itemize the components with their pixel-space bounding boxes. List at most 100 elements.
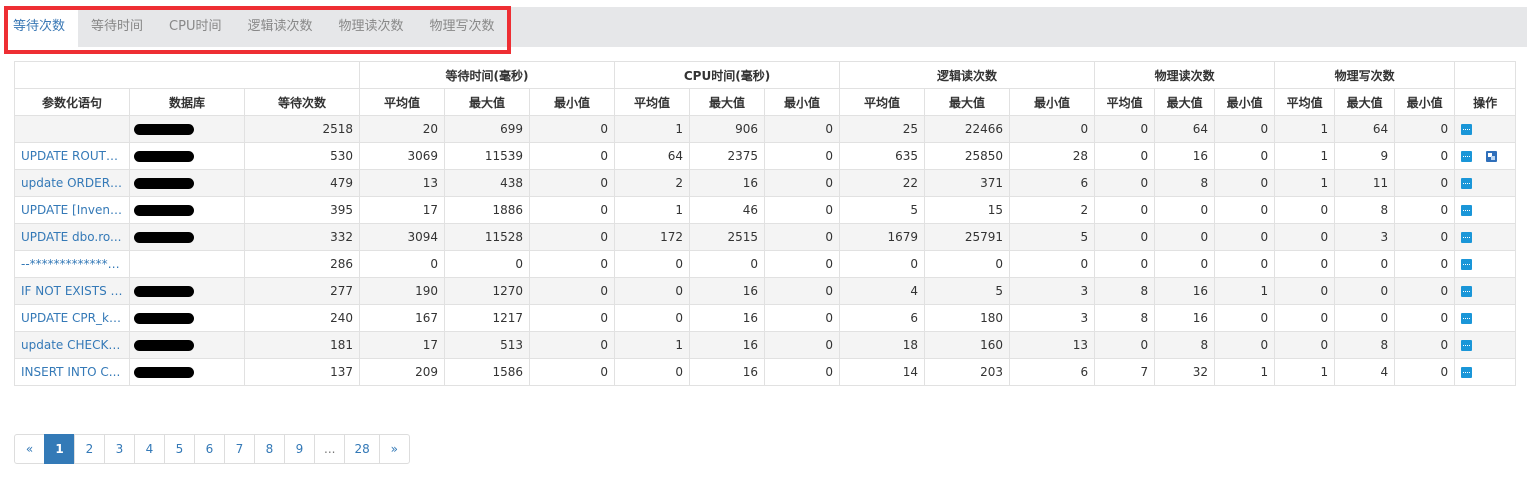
ops-cell <box>1454 250 1517 278</box>
page-7[interactable]: 7 <box>224 434 255 464</box>
page-9[interactable]: 9 <box>284 434 315 464</box>
database-cell <box>129 196 245 224</box>
metric-cell: 0 <box>1154 250 1216 278</box>
metric-cell: 3 <box>1009 277 1096 305</box>
tab-5[interactable]: 物理写次数 <box>417 7 508 47</box>
sql-statement-link[interactable]: IF NOT EXISTS (... <box>14 277 130 305</box>
sql-statement-link[interactable]: INSERT INTO C... <box>14 358 130 386</box>
metric-cell: 3 <box>1334 223 1396 251</box>
page-2[interactable]: 2 <box>74 434 105 464</box>
metric-cell: 0 <box>839 250 926 278</box>
metric-cell: 25791 <box>924 223 1011 251</box>
col-header-avg: 平均值 <box>614 88 691 116</box>
tab-3[interactable]: 逻辑读次数 <box>234 7 325 47</box>
metric-cell: 6 <box>1009 358 1096 386</box>
metric-cell: 32 <box>1154 358 1216 386</box>
metric-cell: 25 <box>839 115 926 143</box>
tab-2[interactable]: CPU时间 <box>156 7 234 47</box>
prev-page-button[interactable]: « <box>14 434 45 464</box>
metric-cell: 0 <box>529 142 616 170</box>
group-header-wait-time: 等待时间(毫秒) <box>359 61 616 89</box>
metric-cell: 1586 <box>444 358 531 386</box>
col-header-sql: 参数化语句 <box>14 88 130 116</box>
sql-statement-link[interactable]: UPDATE CPR_ks... <box>14 304 130 332</box>
page-28[interactable]: 28 <box>344 434 380 464</box>
redacted-database-name <box>134 151 194 162</box>
metric-cell: 0 <box>529 250 616 278</box>
database-cell <box>129 142 245 170</box>
pagination: «1 2 3 4 5 6 7 8 9... 28» <box>14 434 410 464</box>
sql-statement-link[interactable]: --****************... <box>14 250 130 278</box>
page-4[interactable]: 4 <box>134 434 165 464</box>
sql-statement-link <box>14 115 130 143</box>
metric-cell: 635 <box>839 142 926 170</box>
page-8[interactable]: 8 <box>254 434 285 464</box>
sql-statement-link[interactable]: UPDATE ROUTE... <box>14 142 130 170</box>
ellipsis-icon[interactable] <box>1461 340 1473 351</box>
metric-cell: 8 <box>1154 331 1216 359</box>
metric-cell: 2 <box>1009 196 1096 224</box>
ellipsis-icon[interactable] <box>1461 151 1473 162</box>
metric-cell: 0 <box>764 277 841 305</box>
metric-cell: 0 <box>1274 331 1336 359</box>
ellipsis-icon[interactable] <box>1461 313 1473 324</box>
tab-bar: 等待次数 等待时间 CPU时间 逻辑读次数 物理读次数 物理写次数 <box>0 7 1527 47</box>
metric-cell: 16 <box>689 331 766 359</box>
metric-cell: 0 <box>764 169 841 197</box>
tab-0[interactable]: 等待次数 <box>0 7 79 47</box>
metric-cell: 22 <box>839 169 926 197</box>
window-restore-icon[interactable] <box>1486 151 1498 162</box>
sql-statement-link[interactable]: update ORDER_... <box>14 169 130 197</box>
metric-cell: 0 <box>1394 115 1456 143</box>
ellipsis-icon[interactable] <box>1461 259 1473 270</box>
redacted-database-name <box>134 286 194 297</box>
metric-cell: 0 <box>1094 331 1156 359</box>
ellipsis-icon[interactable] <box>1461 124 1473 135</box>
table-row: update ORDER_... 479 13 438 0 2 16 0 22 371 6 0 8 0 1 1… <box>14 169 1517 197</box>
metric-cell: 4 <box>1334 358 1396 386</box>
metric-cell: 1 <box>614 196 691 224</box>
metric-cell: 0 <box>764 304 841 332</box>
sql-statement-link[interactable]: UPDATE [Invent... <box>14 196 130 224</box>
page-1[interactable]: 1 <box>44 434 75 464</box>
table-row: update CHECK_... 181 17 513 0 1 16 0 18 160 13 0 8 0 0… <box>14 331 1517 359</box>
metric-cell: 0 <box>764 358 841 386</box>
page-5[interactable]: 5 <box>164 434 195 464</box>
ellipsis-icon[interactable] <box>1461 367 1473 378</box>
metric-cell: 8 <box>1094 304 1156 332</box>
metric-cell: 11539 <box>444 142 531 170</box>
metric-cell: 0 <box>1214 331 1276 359</box>
metric-cell: 277 <box>243 277 361 305</box>
sql-statement-link[interactable]: UPDATE dbo.ro... <box>14 223 130 251</box>
tab-4[interactable]: 物理读次数 <box>325 7 416 47</box>
metric-cell: 13 <box>1009 331 1096 359</box>
ellipsis-icon[interactable] <box>1461 205 1473 216</box>
page-6[interactable]: 6 <box>194 434 225 464</box>
tab-1[interactable]: 等待时间 <box>78 7 156 47</box>
metric-cell: 0 <box>1274 250 1336 278</box>
metric-cell: 9 <box>1334 142 1396 170</box>
database-cell <box>129 277 245 305</box>
ellipsis-icon[interactable] <box>1461 178 1473 189</box>
metric-cell: 0 <box>529 277 616 305</box>
table-row: UPDATE dbo.ro... 332 3094 11528 0 172 2515 0 167… <box>14 223 1517 251</box>
ellipsis-icon[interactable] <box>1461 232 1473 243</box>
col-header-ops: 操作 <box>1454 88 1517 116</box>
group-header-logical-reads: 逻辑读次数 <box>839 61 1096 89</box>
col-header-max: 最大值 <box>924 88 1011 116</box>
next-page-button[interactable]: » <box>378 434 410 464</box>
metric-cell: 16 <box>1154 277 1216 305</box>
metric-cell: 181 <box>243 331 361 359</box>
metric-cell: 0 <box>1214 304 1276 332</box>
metric-cell: 0 <box>529 169 616 197</box>
metric-cell: 0 <box>1274 304 1336 332</box>
metric-cell: 6 <box>839 304 926 332</box>
col-header-db: 数据库 <box>129 88 245 116</box>
sql-statement-link[interactable]: update CHECK_... <box>14 331 130 359</box>
database-cell <box>129 250 245 278</box>
page-3[interactable]: 3 <box>104 434 135 464</box>
metric-cell: 1 <box>1274 115 1336 143</box>
ops-cell <box>1454 169 1517 197</box>
metric-cell: 395 <box>243 196 361 224</box>
ellipsis-icon[interactable] <box>1461 286 1473 297</box>
